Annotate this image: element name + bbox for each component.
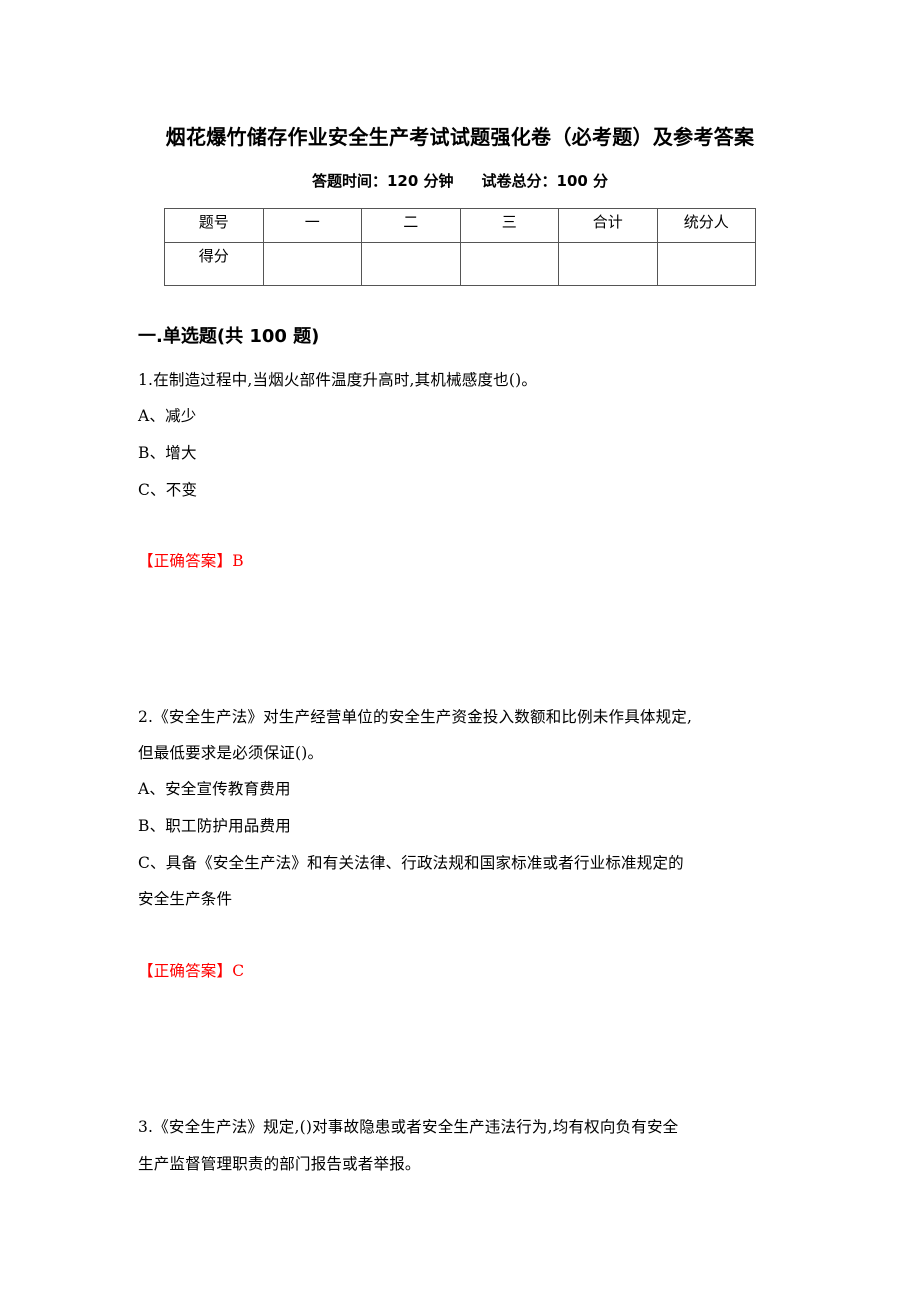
score-table-header-row: 题号 一 二 三 合计 统分人 [164, 208, 756, 243]
score-cell [558, 242, 658, 286]
question-2-option-b: B、职工防护用品费用 [138, 817, 291, 835]
score-cell [459, 242, 559, 286]
question-2-text-line-1: 2.《安全生产法》对生产经营单位的安全生产资金投入数额和比例未作具体规定, [138, 708, 693, 726]
score-table-header-cell: 统分人 [656, 208, 756, 243]
question-2-option-c: C、具备《安全生产法》和有关法律、行政法规和国家标准或者行业标准规定的 [138, 854, 684, 872]
score-cell [262, 242, 362, 286]
question-2-answer: 【正确答案】C [138, 962, 245, 980]
question-1-answer: 【正确答案】B [138, 552, 244, 570]
score-table-header-cell: 合计 [558, 208, 658, 243]
section-heading: 一.单选题(共 100 题) [138, 326, 320, 347]
question-1-option-a: A、减少 [138, 407, 197, 425]
score-table-header-cell: 二 [361, 208, 461, 243]
question-3-text-line-2: 生产监督管理职责的部门报告或者举报。 [138, 1155, 421, 1173]
score-row-label: 得分 [164, 242, 264, 286]
score-cell [656, 242, 756, 286]
question-2-option-c-continued: 安全生产条件 [138, 890, 233, 908]
question-2-text-line-2: 但最低要求是必须保证()。 [138, 744, 324, 762]
question-2-option-a: A、安全宣传教育费用 [138, 780, 291, 798]
exam-total-score: 试卷总分：100 分 [481, 172, 609, 190]
score-table-header-cell: 题号 [164, 208, 264, 243]
score-table: 题号 一 二 三 合计 统分人 得分 [164, 208, 756, 286]
question-1-option-b: B、增大 [138, 444, 197, 462]
exam-meta: 答题时间：120 分钟 试卷总分：100 分 [0, 170, 920, 191]
question-3-text-line-1: 3.《安全生产法》规定,()对事故隐患或者安全生产违法行为,均有权向负有安全 [138, 1118, 679, 1136]
exam-time: 答题时间：120 分钟 [311, 172, 454, 190]
question-1-text: 1.在制造过程中,当烟火部件温度升高时,其机械感度也()。 [138, 371, 538, 389]
question-1-option-c: C、不变 [138, 481, 198, 499]
score-table-header-cell: 一 [262, 208, 362, 243]
document-title: 烟花爆竹储存作业安全生产考试试题强化卷（必考题）及参考答案 [165, 125, 755, 149]
score-cell [361, 242, 461, 286]
score-table-score-row: 得分 [164, 242, 756, 286]
score-table-header-cell: 三 [459, 208, 559, 243]
